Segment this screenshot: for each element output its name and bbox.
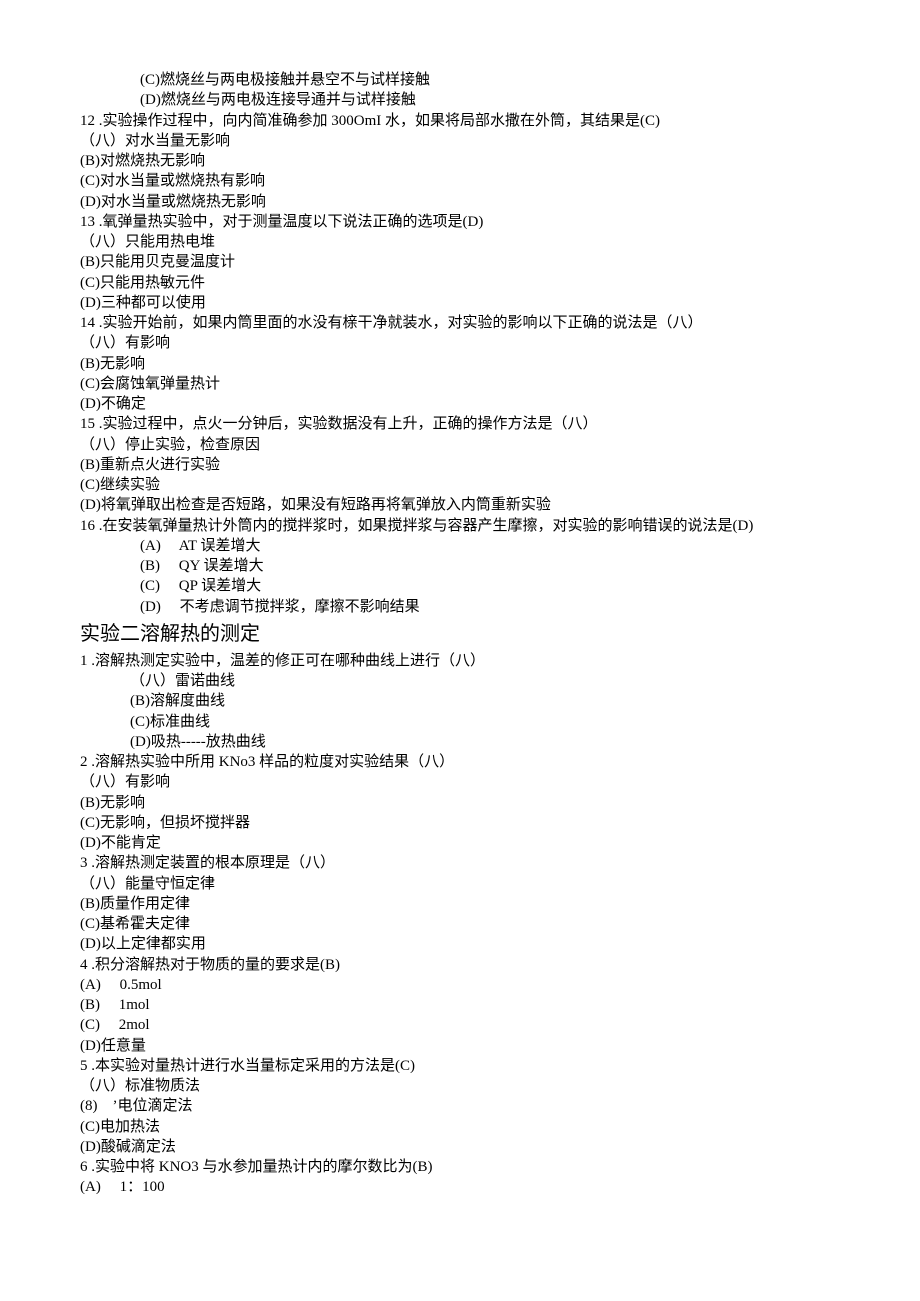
text-line: （八）雷诺曲线 <box>80 671 840 691</box>
text-line: (8) ’电位滴定法 <box>80 1096 840 1116</box>
text-line: (B)重新点火进行实验 <box>80 455 840 475</box>
text-line: (D)燃烧丝与两电极连接导通并与试样接触 <box>80 90 840 110</box>
text-line: 6 .实验中将 KNO3 与水参加量热计内的摩尔数比为(B) <box>80 1157 840 1177</box>
text-line: 13 .氧弹量热实验中，对于测量温度以下说法正确的选项是(D) <box>80 212 840 232</box>
text-line: (C)标准曲线 <box>80 712 840 732</box>
text-line: (D)三种都可以使用 <box>80 293 840 313</box>
text-line: （八）只能用热电堆 <box>80 232 840 252</box>
text-line: 5 .本实验对量热计进行水当量标定采用的方法是(C) <box>80 1056 840 1076</box>
text-line: （八）标准物质法 <box>80 1076 840 1096</box>
text-line: （八）对水当量无影响 <box>80 131 840 151</box>
text-line: (C)只能用热敏元件 <box>80 273 840 293</box>
text-line: (D)以上定律都实用 <box>80 934 840 954</box>
text-line: (B)溶解度曲线 <box>80 691 840 711</box>
text-line: 14 .实验开始前，如果内筒里面的水没有榇干净就装水，对实验的影响以下正确的说法… <box>80 313 840 333</box>
text-line: (B)只能用贝克曼温度计 <box>80 252 840 272</box>
text-line: （八）有影响 <box>80 772 840 792</box>
text-line: (C) QP 误差增大 <box>80 576 840 596</box>
text-line: (A) 0.5mol <box>80 975 840 995</box>
text-line: (D)任意量 <box>80 1036 840 1056</box>
text-line: 2 .溶解热实验中所用 KNo3 样品的粒度对实验结果（八） <box>80 752 840 772</box>
text-line: 15 .实验过程中，点火一分钟后，实验数据没有上升，正确的操作方法是（八） <box>80 414 840 434</box>
text-line: (D)吸热-----放热曲线 <box>80 732 840 752</box>
section-title: 实验二溶解热的测定 <box>80 617 840 651</box>
text-line: (B)无影响 <box>80 793 840 813</box>
text-line: (D) 不考虑调节搅拌浆，摩擦不影响结果 <box>80 597 840 617</box>
text-line: (B)质量作用定律 <box>80 894 840 914</box>
text-line: (C) 2mol <box>80 1015 840 1035</box>
text-line: (A) 1：100 <box>80 1177 840 1197</box>
text-line: (A) AT 误差增大 <box>80 536 840 556</box>
text-line: (C)电加热法 <box>80 1117 840 1137</box>
text-line: (C)无影响，但损坏搅拌器 <box>80 813 840 833</box>
text-line: 3 .溶解热测定装置的根本原理是（八） <box>80 853 840 873</box>
text-line: 4 .积分溶解热对于物质的量的要求是(B) <box>80 955 840 975</box>
text-line: (D)酸碱滴定法 <box>80 1137 840 1157</box>
text-line: (C)基希霍夫定律 <box>80 914 840 934</box>
text-line: 12 .实验操作过程中，向内简准确参加 300OmI 水，如果将局部水撒在外筒，… <box>80 111 840 131</box>
text-line: (B)无影响 <box>80 354 840 374</box>
text-line: (D)不确定 <box>80 394 840 414</box>
text-line: （八）有影响 <box>80 333 840 353</box>
text-line: (D)不能肯定 <box>80 833 840 853</box>
text-line: (B) QY 误差增大 <box>80 556 840 576</box>
text-line: (D)将氧弹取出检查是否短路，如果没有短路再将氧弹放入内筒重新实验 <box>80 495 840 515</box>
text-line: （八）停止实验，检查原因 <box>80 435 840 455</box>
text-line: 16 .在安装氧弹量热计外筒内的搅拌浆时，如果搅拌浆与容器产生摩擦，对实验的影响… <box>80 516 840 536</box>
text-line: (C)继续实验 <box>80 475 840 495</box>
text-line: （八）能量守恒定律 <box>80 874 840 894</box>
text-line: (D)对水当量或燃烧热无影响 <box>80 192 840 212</box>
text-line: (C)对水当量或燃烧热有影响 <box>80 171 840 191</box>
text-line: (C)会腐蚀氧弹量热计 <box>80 374 840 394</box>
text-line: (C)燃烧丝与两电极接触并悬空不与试样接触 <box>80 70 840 90</box>
text-line: 1 .溶解热测定实验中，温差的修正可在哪种曲线上进行（八） <box>80 651 840 671</box>
text-line: (B) 1mol <box>80 995 840 1015</box>
text-line: (B)对燃烧热无影响 <box>80 151 840 171</box>
